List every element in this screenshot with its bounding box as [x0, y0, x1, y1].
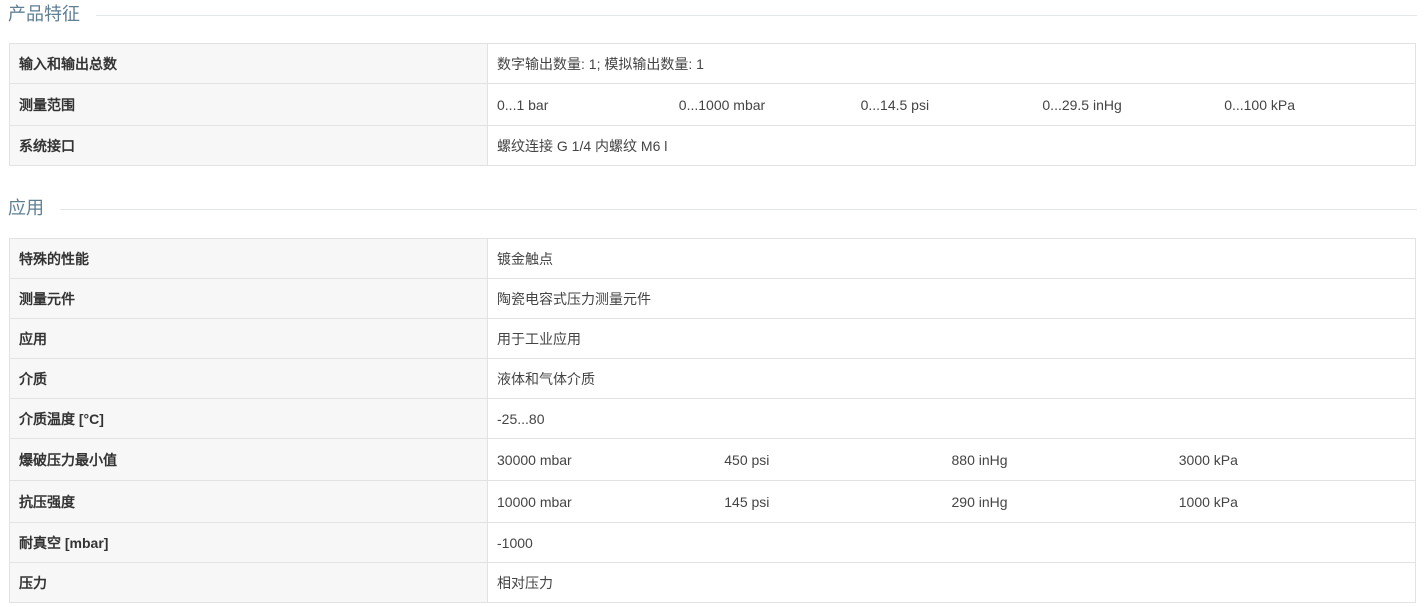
row-label: 介质温度 [°C]: [9, 398, 488, 439]
pressure-value: 880 inHg: [951, 451, 1008, 468]
row-value: 数字输出数量: 1; 模拟输出数量: 1: [487, 43, 1416, 84]
table-row: 耐真空 [mbar] -1000: [9, 522, 1416, 563]
row-value-multi: 0...1 bar 0...1000 mbar 0...14.5 psi 0..…: [487, 83, 1416, 126]
row-label: 测量元件: [9, 278, 488, 319]
features-table: 输入和输出总数 数字输出数量: 1; 模拟输出数量: 1 测量范围 0...1 …: [9, 43, 1416, 166]
table-row: 测量范围 0...1 bar 0...1000 mbar 0...14.5 ps…: [9, 83, 1416, 126]
table-row: 抗压强度 10000 mbar 145 psi 290 inHg 1000 kP…: [9, 480, 1416, 523]
section-header-application: 应用: [8, 194, 1417, 222]
row-value: 螺纹连接 G 1/4 内螺纹 M6 l: [487, 125, 1416, 166]
section-header-features: 产品特征: [8, 0, 1417, 28]
pressure-value: 10000 mbar: [497, 493, 572, 510]
range-value: 0...29.5 inHg: [1042, 96, 1122, 113]
range-value: 0...100 kPa: [1224, 96, 1296, 113]
table-row: 介质 液体和气体介质: [9, 358, 1416, 399]
section-title-application: 应用: [8, 198, 44, 218]
row-value: -1000: [487, 522, 1416, 563]
table-row: 爆破压力最小值 30000 mbar 450 psi 880 inHg 3000…: [9, 438, 1416, 481]
row-value: 陶瓷电容式压力测量元件: [487, 278, 1416, 319]
range-value: 0...1 bar: [497, 96, 549, 113]
row-label: 抗压强度: [9, 480, 488, 523]
row-value: 液体和气体介质: [487, 358, 1416, 399]
table-row: 介质温度 [°C] -25...80: [9, 398, 1416, 439]
range-value: 0...1000 mbar: [678, 96, 766, 113]
row-value: -25...80: [487, 398, 1416, 439]
section-divider: [60, 208, 1417, 210]
row-label: 输入和输出总数: [9, 43, 488, 84]
row-label: 爆破压力最小值: [9, 438, 488, 481]
pressure-value: 1000 kPa: [1178, 493, 1238, 510]
section-divider: [96, 14, 1417, 16]
row-label: 压力: [9, 562, 488, 603]
application-table: 特殊的性能 镀金触点 测量元件 陶瓷电容式压力测量元件 应用 用于工业应用 介质…: [9, 238, 1416, 603]
row-label: 耐真空 [mbar]: [9, 522, 488, 563]
table-row: 特殊的性能 镀金触点: [9, 238, 1416, 279]
row-value: 相对压力: [487, 562, 1416, 603]
row-value-multi: 30000 mbar 450 psi 880 inHg 3000 kPa: [487, 438, 1416, 481]
pressure-value: 3000 kPa: [1178, 451, 1238, 468]
row-label: 应用: [9, 318, 488, 359]
table-row: 系统接口 螺纹连接 G 1/4 内螺纹 M6 l: [9, 125, 1416, 166]
pressure-value: 290 inHg: [951, 493, 1008, 510]
row-label: 系统接口: [9, 125, 488, 166]
pressure-value: 145 psi: [724, 493, 770, 510]
row-value: 镀金触点: [487, 238, 1416, 279]
range-value: 0...14.5 psi: [860, 96, 930, 113]
row-label: 介质: [9, 358, 488, 399]
table-row: 输入和输出总数 数字输出数量: 1; 模拟输出数量: 1: [9, 43, 1416, 84]
row-label: 特殊的性能: [9, 238, 488, 279]
row-label: 测量范围: [9, 83, 488, 126]
table-row: 应用 用于工业应用: [9, 318, 1416, 359]
row-value: 用于工业应用: [487, 318, 1416, 359]
section-title-features: 产品特征: [8, 4, 80, 24]
row-value-multi: 10000 mbar 145 psi 290 inHg 1000 kPa: [487, 480, 1416, 523]
pressure-value: 450 psi: [724, 451, 770, 468]
table-row: 测量元件 陶瓷电容式压力测量元件: [9, 278, 1416, 319]
pressure-value: 30000 mbar: [497, 451, 572, 468]
table-row: 压力 相对压力: [9, 562, 1416, 603]
product-spec-page: 产品特征 输入和输出总数 数字输出数量: 1; 模拟输出数量: 1 测量范围 0…: [0, 0, 1425, 607]
